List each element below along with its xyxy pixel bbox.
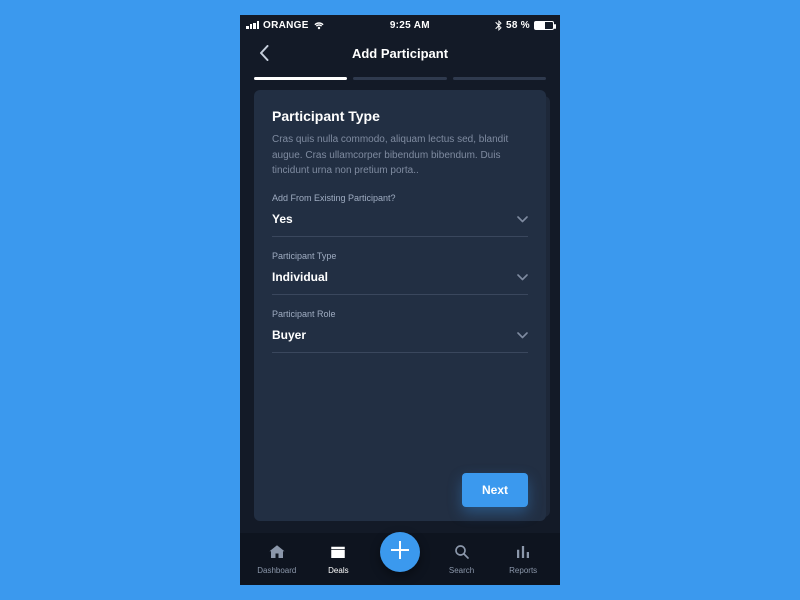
battery-icon: [534, 21, 554, 30]
tab-reports-label: Reports: [509, 566, 537, 575]
signal-bars-icon: [246, 21, 259, 29]
tab-dashboard[interactable]: Dashboard: [246, 543, 308, 575]
progress-step-1: [254, 77, 347, 80]
tab-reports[interactable]: Reports: [492, 543, 554, 575]
deals-icon: [329, 543, 347, 563]
select-type-value: Individual: [272, 270, 328, 284]
field-type-label: Participant Type: [272, 251, 528, 261]
wifi-icon: [313, 21, 325, 30]
field-type: Participant Type Individual: [272, 251, 528, 295]
tab-deals[interactable]: Deals: [308, 543, 370, 575]
search-icon: [453, 543, 471, 563]
nav-header: Add Participant: [240, 35, 560, 71]
tab-add-wrap: [369, 546, 431, 572]
tab-bar: Dashboard Deals Search Reports: [240, 533, 560, 585]
progress-step-3: [453, 77, 546, 80]
status-bar: ORANGE 9:25 AM 58 %: [240, 15, 560, 35]
chevron-left-icon: [259, 45, 269, 61]
add-button[interactable]: [380, 532, 420, 572]
status-time: 9:25 AM: [390, 20, 430, 31]
card-stack: Participant Type Cras quis nulla commodo…: [240, 90, 560, 533]
battery-percent: 58 %: [506, 20, 530, 31]
select-role[interactable]: Buyer: [272, 322, 528, 353]
field-role-label: Participant Role: [272, 309, 528, 319]
reports-icon: [514, 543, 532, 563]
field-role: Participant Role Buyer: [272, 309, 528, 353]
tab-deals-label: Deals: [328, 566, 348, 575]
next-button[interactable]: Next: [462, 473, 528, 507]
home-icon: [268, 543, 286, 563]
back-button[interactable]: [250, 35, 278, 71]
bluetooth-icon: [495, 20, 502, 31]
select-existing-value: Yes: [272, 212, 293, 226]
tab-search-label: Search: [449, 566, 474, 575]
select-role-value: Buyer: [272, 328, 306, 342]
select-existing[interactable]: Yes: [272, 206, 528, 237]
chevron-down-icon: [517, 210, 528, 228]
select-type[interactable]: Individual: [272, 264, 528, 295]
phone-frame: ORANGE 9:25 AM 58 %: [240, 15, 560, 585]
chevron-down-icon: [517, 268, 528, 286]
page-title: Add Participant: [352, 46, 448, 61]
field-existing-label: Add From Existing Participant?: [272, 193, 528, 203]
card-description: Cras quis nulla commodo, aliquam lectus …: [272, 132, 528, 179]
card-title: Participant Type: [272, 108, 528, 124]
plus-icon: [391, 541, 409, 564]
step-progress: [240, 71, 560, 90]
field-existing: Add From Existing Participant? Yes: [272, 193, 528, 237]
progress-step-2: [353, 77, 446, 80]
tab-search[interactable]: Search: [431, 543, 493, 575]
form-card: Participant Type Cras quis nulla commodo…: [254, 90, 546, 521]
tab-dashboard-label: Dashboard: [257, 566, 296, 575]
chevron-down-icon: [517, 326, 528, 344]
carrier-label: ORANGE: [263, 20, 309, 31]
